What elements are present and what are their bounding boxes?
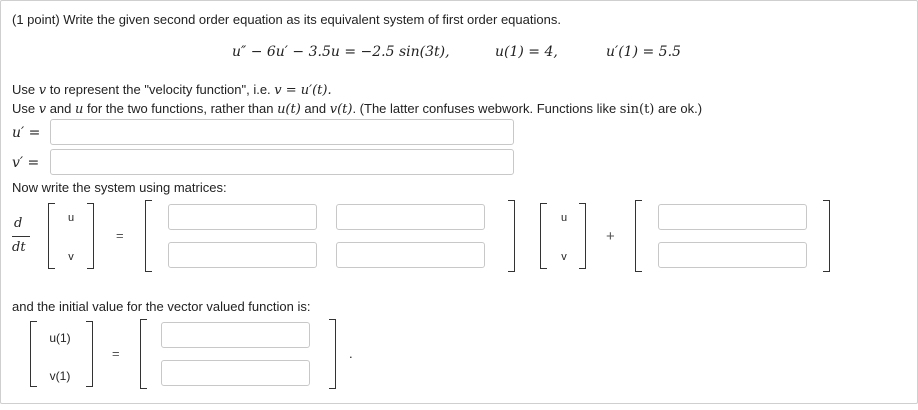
ode-equation: u″ − 6u′ − 3.5u = −2.5 sin(3t), <box>232 44 450 60</box>
instr2-ut: u(t) <box>277 102 301 117</box>
instruction-line-1: Use v to represent the "velocity functio… <box>12 82 332 98</box>
instr2-and2: and <box>300 101 330 116</box>
problem-frame <box>0 0 918 404</box>
ic-answer-right-bracket <box>329 319 336 389</box>
forcing-f1-input[interactable] <box>658 204 807 230</box>
plus-sign: + <box>606 228 615 245</box>
forcing-right-bracket <box>823 200 830 272</box>
vec1-u: u <box>67 212 75 224</box>
vec2-v: v <box>561 251 567 263</box>
matrix-prompt: Now write the system using matrices: <box>12 180 227 195</box>
matrix-a11-input[interactable] <box>168 204 317 230</box>
equals-sign-1: = <box>116 228 124 243</box>
vprime-input[interactable] <box>50 149 514 175</box>
instr2-mid: for the two functions, rather than <box>83 101 278 116</box>
vprime-label: v′ = <box>12 155 40 171</box>
instr1-math: v = u′(t). <box>274 83 332 98</box>
ic-vec-left-bracket <box>30 321 37 387</box>
deriv-denominator: dt <box>12 240 26 255</box>
instr2-v: v <box>38 102 47 117</box>
ic-answer-left-bracket <box>140 319 147 389</box>
forcing-f2-input[interactable] <box>658 242 807 268</box>
ic-u1-input[interactable] <box>161 322 310 348</box>
initial-condition-u: u(1) = 4, <box>495 44 558 60</box>
uprime-input[interactable] <box>50 119 514 145</box>
fraction-bar <box>12 236 30 237</box>
vec2-right-bracket <box>579 203 586 269</box>
ic-vec-right-bracket <box>86 321 93 387</box>
matrix-left-bracket <box>145 200 152 272</box>
vec1-v: v <box>68 251 74 263</box>
ic-u1: u(1) <box>49 331 71 345</box>
matrix-a21-input[interactable] <box>168 242 317 268</box>
instr2-end: are ok.) <box>654 101 703 116</box>
instruction-line-2: Use v and u for the two functions, rathe… <box>12 101 702 117</box>
instr2-post: . (The latter confuses webwork. Function… <box>352 101 620 116</box>
vec2-left-bracket <box>540 203 547 269</box>
matrix-a22-input[interactable] <box>336 242 485 268</box>
initial-condition-uprime: u′(1) = 5.5 <box>606 44 681 60</box>
deriv-numerator: d <box>14 216 23 231</box>
instr2-pre: Use <box>12 101 39 116</box>
instr1-mid: to represent the "velocity function", i.… <box>46 82 275 97</box>
instr1-var: v <box>38 83 47 98</box>
matrix-a12-input[interactable] <box>336 204 485 230</box>
vec2-u: u <box>560 212 568 224</box>
matrix-right-bracket <box>508 200 515 272</box>
ic-v1-input[interactable] <box>161 360 310 386</box>
forcing-left-bracket <box>635 200 642 272</box>
instr1-pre: Use <box>12 82 39 97</box>
instr2-and: and <box>46 101 76 116</box>
initial-prompt: and the initial value for the vector val… <box>12 299 311 314</box>
ic-v1: v(1) <box>49 369 71 383</box>
problem-header: (1 point) Write the given second order e… <box>12 12 561 27</box>
vec1-right-bracket <box>87 203 94 269</box>
ic-period: . <box>349 346 353 361</box>
vec1-left-bracket <box>48 203 55 269</box>
instr2-vt: v(t) <box>329 102 353 117</box>
instr2-sin: sin(t) <box>619 102 655 117</box>
uprime-label: u′ = <box>12 125 41 141</box>
equals-sign-2: = <box>112 346 120 361</box>
